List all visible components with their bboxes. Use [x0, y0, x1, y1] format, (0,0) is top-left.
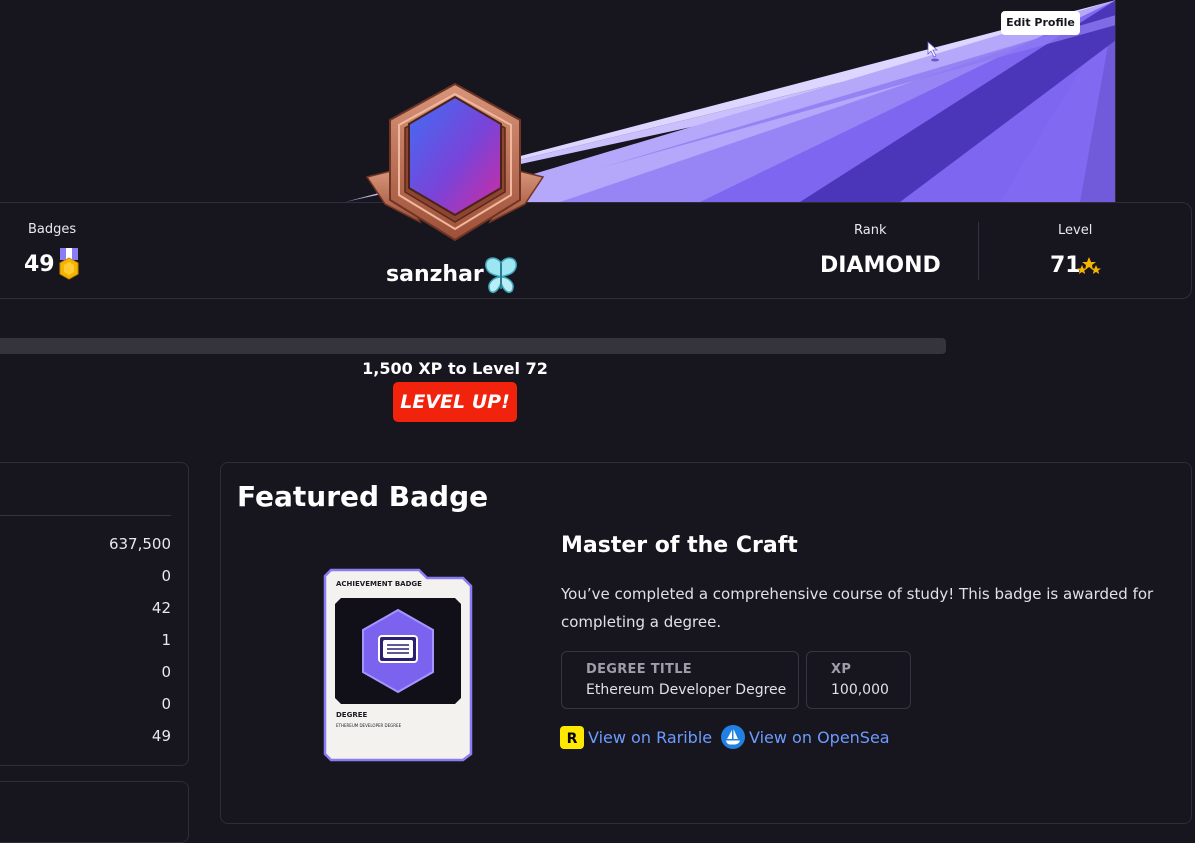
avatar — [365, 82, 545, 242]
stats-divider — [978, 222, 979, 280]
edit-profile-button[interactable]: Edit Profile — [1001, 11, 1080, 35]
profile-banner — [345, 0, 1116, 202]
secondary-card — [0, 781, 189, 843]
xp-progress-bar — [0, 338, 946, 354]
xp-box — [806, 651, 911, 709]
featured-badge-title: Featured Badge — [237, 480, 489, 513]
stat-value-6: 0 — [161, 695, 171, 713]
butterfly-icon — [485, 257, 517, 294]
cursor-icon — [927, 41, 939, 62]
badge-name: Master of the Craft — [561, 533, 798, 558]
level-up-button[interactable]: LEVEL UP! — [393, 382, 517, 422]
xp-value: 100,000 — [831, 682, 889, 698]
xp-label: XP — [831, 662, 852, 677]
degree-title-value: Ethereum Developer Degree — [586, 682, 787, 698]
stat-value-2: 0 — [161, 567, 171, 585]
badge-description: You’ve completed a comprehensive course … — [561, 585, 1154, 631]
rarible-icon[interactable]: R — [560, 726, 584, 749]
level-label: Level — [1058, 223, 1093, 238]
badge-card-header: ACHIEVEMENT BADGE — [336, 580, 422, 588]
svg-text:R: R — [567, 731, 578, 747]
badge-card-type: DEGREE — [336, 711, 368, 719]
stat-value-5: 0 — [161, 663, 171, 681]
badges-label: Badges — [28, 222, 77, 237]
degree-title-label: DEGREE TITLE — [586, 662, 692, 677]
view-on-opensea-link[interactable]: View on OpenSea — [749, 728, 890, 747]
badges-count: 49 — [24, 252, 55, 277]
stars-icon — [1077, 257, 1101, 274]
username: sanzhar — [386, 262, 484, 287]
stat-value-3: 42 — [151, 599, 171, 617]
profile-stats-bar — [0, 202, 1192, 299]
rank-value: DIAMOND — [820, 253, 941, 278]
stat-value-4: 1 — [161, 631, 171, 649]
opensea-icon[interactable] — [721, 725, 745, 749]
badge-card-frame — [323, 568, 473, 762]
banner-divider — [1115, 0, 1116, 202]
degree-title-box — [561, 651, 799, 709]
rank-label: Rank — [854, 223, 887, 238]
medal-icon — [59, 248, 79, 280]
stats-card-divider — [0, 515, 171, 516]
stat-value-1: 637,500 — [108, 535, 171, 553]
stat-value-7: 49 — [151, 727, 171, 745]
badge-card-image: ACHIEVEMENT BADGE DEGREE ETHEREUM DEVELO… — [323, 568, 473, 762]
badge-card-subtitle: ETHEREUM DEVELOPER DEGREE — [336, 723, 402, 728]
view-on-rarible-link[interactable]: View on Rarible — [588, 728, 712, 747]
xp-remaining-text: 1,500 XP to Level 72 — [362, 359, 548, 378]
